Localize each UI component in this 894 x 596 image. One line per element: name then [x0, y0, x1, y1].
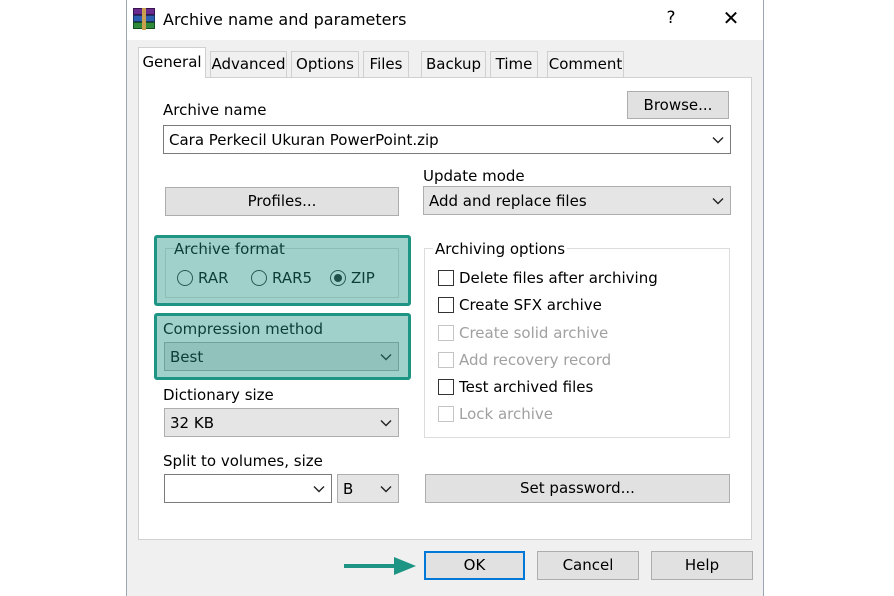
close-icon[interactable]: ✕ — [711, 6, 751, 34]
tab-time[interactable]: Time — [490, 51, 538, 77]
help-button[interactable]: Help — [651, 551, 753, 580]
checkbox-solid-archive-label: Create solid archive — [459, 324, 609, 342]
cancel-button[interactable]: Cancel — [537, 551, 639, 580]
checkbox-delete-files[interactable] — [438, 270, 454, 286]
update-mode-select[interactable]: Add and replace files — [423, 186, 731, 215]
dictionary-size-select[interactable]: 32 KB — [164, 408, 399, 437]
window-title: Archive name and parameters — [163, 10, 407, 29]
dictionary-size-label: Dictionary size — [163, 386, 274, 404]
title-bar: Archive name and parameters ? ✕ — [127, 0, 763, 40]
arrow-right-icon — [344, 557, 416, 575]
tab-comment[interactable]: Comment — [547, 51, 624, 77]
split-volumes-input[interactable] — [164, 474, 332, 503]
tab-options[interactable]: Options — [291, 51, 359, 77]
dictionary-size-value: 32 KB — [170, 414, 214, 432]
checkbox-recovery-record-label: Add recovery record — [459, 351, 612, 369]
set-password-button[interactable]: Set password... — [425, 474, 730, 503]
update-mode-value: Add and replace files — [429, 192, 587, 210]
checkbox-test-files-label: Test archived files — [459, 378, 594, 396]
tab-backup[interactable]: Backup — [421, 51, 486, 77]
tab-general[interactable]: General — [138, 47, 206, 78]
profiles-button[interactable]: Profiles... — [165, 187, 399, 216]
chevron-down-icon — [712, 137, 724, 144]
checkbox-recovery-record — [438, 352, 454, 368]
chevron-down-icon — [380, 420, 392, 427]
compression-method-highlight — [154, 313, 411, 380]
archiving-options-title: Archiving options — [433, 240, 568, 258]
winrar-icon — [133, 8, 155, 30]
checkbox-test-files[interactable] — [438, 379, 454, 395]
chevron-down-icon — [712, 198, 724, 205]
help-icon[interactable]: ? — [656, 8, 686, 32]
archive-dialog: Archive name and parameters ? ✕ General … — [126, 0, 764, 596]
checkbox-solid-archive — [438, 325, 454, 341]
chevron-down-icon — [380, 486, 392, 493]
archive-format-highlight — [154, 235, 411, 306]
archive-name-input[interactable]: Cara Perkecil Ukuran PowerPoint.zip — [163, 125, 731, 154]
update-mode-label: Update mode — [423, 167, 525, 185]
tab-advanced[interactable]: Advanced — [210, 51, 287, 77]
checkbox-lock-archive-label: Lock archive — [459, 405, 554, 423]
checkbox-delete-files-label: Delete files after archiving — [459, 269, 658, 287]
archive-name-label: Archive name — [163, 101, 267, 119]
archive-name-value: Cara Perkecil Ukuran PowerPoint.zip — [169, 131, 439, 149]
split-volumes-label: Split to volumes, size — [163, 452, 323, 470]
checkbox-create-sfx[interactable] — [438, 297, 454, 313]
checkbox-create-sfx-label: Create SFX archive — [459, 296, 602, 314]
ok-button[interactable]: OK — [424, 551, 525, 580]
split-unit-value: B — [343, 480, 354, 498]
chevron-down-icon — [313, 486, 325, 493]
browse-button[interactable]: Browse... — [627, 91, 729, 119]
checkbox-lock-archive — [438, 406, 454, 422]
tab-files[interactable]: Files — [363, 51, 409, 77]
split-unit-select[interactable]: B — [337, 474, 399, 503]
